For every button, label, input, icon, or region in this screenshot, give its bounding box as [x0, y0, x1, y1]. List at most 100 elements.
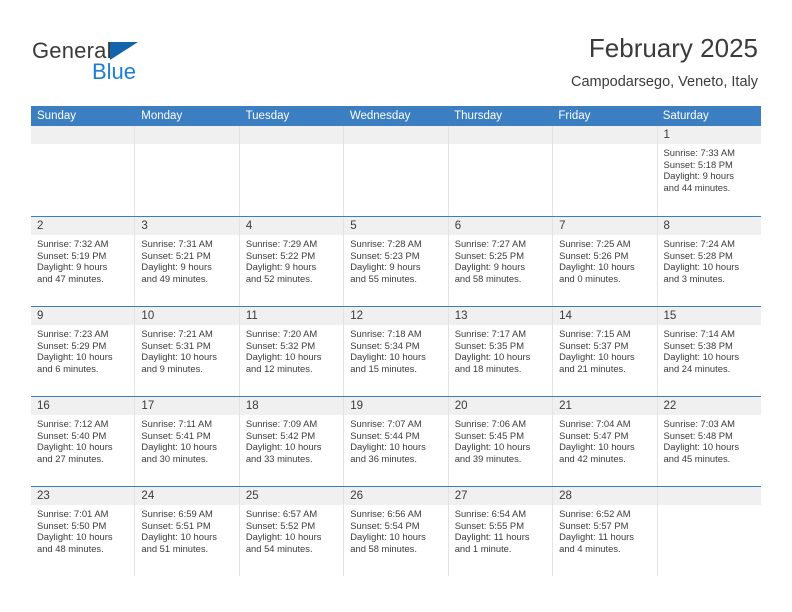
sunrise-text: Sunrise: 7:15 AM	[559, 328, 631, 339]
daylight-text-line2: and 58 minutes.	[350, 542, 417, 554]
day-cell[interactable]	[239, 126, 345, 216]
sunset-text: Sunset: 5:29 PM	[37, 339, 107, 351]
day-cell[interactable]: 6 Sunrise: 7:27 AM Sunset: 5:25 PM Daylight…	[448, 217, 554, 306]
day-cell[interactable]: 7 Sunrise: 7:25 AM Sunset: 5:26 PM Daylight…	[553, 217, 658, 306]
day-cell[interactable]	[31, 126, 136, 216]
day-cell[interactable]: 3 Sunrise: 7:31 AM Sunset: 5:21 PM Daylight…	[135, 217, 240, 306]
day-number: 16	[31, 397, 135, 415]
day-number: 13	[448, 307, 553, 325]
day-details: Sunrise: 6:54 AM Sunset: 5:55 PM Daylight:…	[449, 505, 552, 554]
sunset-text: Sunset: 5:55 PM	[454, 519, 524, 531]
day-cell[interactable]: 9 Sunrise: 7:23 AM Sunset: 5:29 PM Daylight…	[31, 307, 136, 396]
calendar-week-row: 16 Sunrise: 7:12 AM Sunset: 5:40 PM Dayligh…	[31, 396, 761, 486]
day-details: Sunrise: 7:33 AM Sunset: 5:18 PM Daylight:…	[658, 144, 761, 193]
daylight-text-line2: and 18 minutes.	[454, 362, 522, 374]
day-cell[interactable]	[135, 126, 240, 216]
daylight-text-line1: Daylight: 10 hours	[454, 351, 531, 363]
sunset-text: Sunset: 5:32 PM	[245, 339, 316, 351]
day-number: 6	[448, 217, 553, 235]
day-cell[interactable]: 12 Sunrise: 7:18 AM Sunset: 5:34 PM Dayligh…	[344, 307, 449, 396]
logo-text-blue: Blue	[92, 59, 137, 84]
day-details: Sunrise: 6:59 AM Sunset: 5:51 PM Daylight:…	[135, 505, 238, 554]
day-cell[interactable]: 23 Sunrise: 7:01 AM Sunset: 5:50 PM Dayligh…	[31, 487, 136, 576]
day-details	[344, 144, 447, 147]
daylight-text-line1: Daylight: 10 hours	[37, 531, 113, 543]
daylight-text-line1: Daylight: 10 hours	[141, 351, 217, 363]
day-cell[interactable]: 19 Sunrise: 7:07 AM Sunset: 5:44 PM Dayligh…	[344, 397, 449, 486]
day-cell[interactable]: 18 Sunrise: 7:09 AM Sunset: 5:42 PM Dayligh…	[239, 397, 345, 486]
day-details: Sunrise: 7:23 AM Sunset: 5:29 PM Daylight:…	[31, 325, 134, 374]
sunset-text: Sunset: 5:31 PM	[141, 339, 211, 351]
day-cell[interactable]	[657, 487, 761, 576]
day-number: 7	[553, 217, 657, 235]
sunrise-text: Sunrise: 6:54 AM	[454, 508, 527, 519]
day-cell[interactable]: 16 Sunrise: 7:12 AM Sunset: 5:40 PM Dayligh…	[31, 397, 136, 486]
sunset-text: Sunset: 5:25 PM	[454, 249, 524, 261]
day-cell[interactable]: 2 Sunrise: 7:32 AM Sunset: 5:19 PM Daylight…	[31, 217, 136, 306]
day-cell[interactable]: 1 Sunrise: 7:33 AM Sunset: 5:18 PM Daylight…	[657, 126, 761, 216]
day-cell[interactable]: 15 Sunrise: 7:14 AM Sunset: 5:38 PM Dayligh…	[657, 307, 761, 396]
sunrise-text: Sunrise: 7:32 AM	[37, 238, 109, 249]
day-cell[interactable]	[448, 126, 554, 216]
sunrise-text: Sunrise: 7:18 AM	[350, 328, 422, 339]
day-cell[interactable]: 4 Sunrise: 7:29 AM Sunset: 5:22 PM Daylight…	[239, 217, 345, 306]
daylight-text-line1: Daylight: 10 hours	[350, 531, 426, 543]
sunset-text: Sunset: 5:18 PM	[663, 158, 733, 170]
sunset-text: Sunset: 5:57 PM	[559, 519, 629, 531]
day-details: Sunrise: 7:28 AM Sunset: 5:23 PM Daylight:…	[344, 235, 447, 284]
weekday-header-sunday: Sunday	[37, 110, 77, 122]
daylight-text-line2: and 27 minutes.	[37, 452, 104, 464]
day-details	[449, 144, 552, 147]
day-details: Sunrise: 7:11 AM Sunset: 5:41 PM Daylight:…	[135, 415, 238, 464]
daylight-text-line2: and 21 minutes.	[559, 362, 626, 374]
daylight-text-line1: Daylight: 10 hours	[245, 441, 322, 453]
day-cell[interactable]: 10 Sunrise: 7:21 AM Sunset: 5:31 PM Dayligh…	[135, 307, 240, 396]
day-cell[interactable]: 27 Sunrise: 6:54 AM Sunset: 5:55 PM Dayligh…	[448, 487, 554, 576]
sunset-text: Sunset: 5:44 PM	[350, 429, 420, 441]
day-cell[interactable]: 22 Sunrise: 7:03 AM Sunset: 5:48 PM Dayligh…	[657, 397, 761, 486]
daylight-text-line1: Daylight: 10 hours	[663, 441, 740, 453]
day-cell[interactable]: 21 Sunrise: 7:04 AM Sunset: 5:47 PM Dayligh…	[553, 397, 658, 486]
day-cell[interactable]: 11 Sunrise: 7:20 AM Sunset: 5:32 PM Dayligh…	[239, 307, 345, 396]
sunset-text: Sunset: 5:37 PM	[559, 339, 629, 351]
day-cell[interactable]: 26 Sunrise: 6:56 AM Sunset: 5:54 PM Dayligh…	[344, 487, 449, 576]
general-blue-logo[interactable]: General Blue	[32, 38, 212, 88]
day-details: Sunrise: 7:01 AM Sunset: 5:50 PM Daylight:…	[31, 505, 134, 554]
daylight-text-line2: and 54 minutes.	[245, 542, 313, 554]
day-cell[interactable]: 13 Sunrise: 7:17 AM Sunset: 5:35 PM Dayligh…	[448, 307, 554, 396]
day-cell[interactable]: 14 Sunrise: 7:15 AM Sunset: 5:37 PM Dayligh…	[553, 307, 658, 396]
day-cell[interactable]	[344, 126, 449, 216]
day-details: Sunrise: 6:52 AM Sunset: 5:57 PM Daylight:…	[553, 505, 656, 554]
sunrise-text: Sunrise: 7:28 AM	[350, 238, 422, 249]
day-details: Sunrise: 6:57 AM Sunset: 5:52 PM Daylight:…	[240, 505, 343, 554]
daylight-text-line2: and 55 minutes.	[350, 272, 417, 284]
sunset-text: Sunset: 5:54 PM	[350, 519, 420, 531]
daylight-text-line1: Daylight: 10 hours	[454, 441, 531, 453]
day-cell[interactable]	[553, 126, 658, 216]
calendar-grid: Sunday Monday Tuesday Wednesday Thursday…	[31, 106, 761, 576]
day-cell[interactable]: 5 Sunrise: 7:28 AM Sunset: 5:23 PM Daylight…	[344, 217, 449, 306]
sunrise-text: Sunrise: 7:25 AM	[559, 238, 631, 249]
daylight-text-line1: Daylight: 10 hours	[245, 351, 322, 363]
sunrise-text: Sunrise: 6:57 AM	[245, 508, 318, 519]
sunset-text: Sunset: 5:50 PM	[37, 519, 107, 531]
blue-triangle-icon	[110, 42, 138, 60]
day-details: Sunrise: 7:14 AM Sunset: 5:38 PM Daylight:…	[658, 325, 761, 374]
sunset-text: Sunset: 5:47 PM	[559, 429, 629, 441]
day-cell[interactable]: 28 Sunrise: 6:52 AM Sunset: 5:57 PM Dayligh…	[553, 487, 658, 576]
daylight-text-line2: and 58 minutes.	[454, 272, 522, 284]
daylight-text-line1: Daylight: 9 hours	[454, 261, 526, 273]
daylight-text-line2: and 49 minutes.	[141, 272, 209, 284]
day-details: Sunrise: 7:09 AM Sunset: 5:42 PM Daylight:…	[240, 415, 343, 464]
calendar-page: General Blue February 2025 Campodarsego,…	[0, 0, 792, 612]
day-cell[interactable]: 24 Sunrise: 6:59 AM Sunset: 5:51 PM Dayligh…	[135, 487, 240, 576]
day-details: Sunrise: 7:25 AM Sunset: 5:26 PM Daylight:…	[553, 235, 656, 284]
day-number: 5	[344, 217, 448, 235]
page-subtitle: Campodarsego, Veneto, Italy	[570, 74, 758, 90]
day-cell[interactable]: 8 Sunrise: 7:24 AM Sunset: 5:28 PM Daylight…	[657, 217, 761, 306]
day-cell[interactable]: 17 Sunrise: 7:11 AM Sunset: 5:41 PM Dayligh…	[135, 397, 240, 486]
day-cell[interactable]: 25 Sunrise: 6:57 AM Sunset: 5:52 PM Dayligh…	[239, 487, 345, 576]
daylight-text-line1: Daylight: 10 hours	[245, 531, 322, 543]
day-cell[interactable]: 20 Sunrise: 7:06 AM Sunset: 5:45 PM Dayligh…	[448, 397, 554, 486]
day-number: 8	[657, 217, 761, 235]
